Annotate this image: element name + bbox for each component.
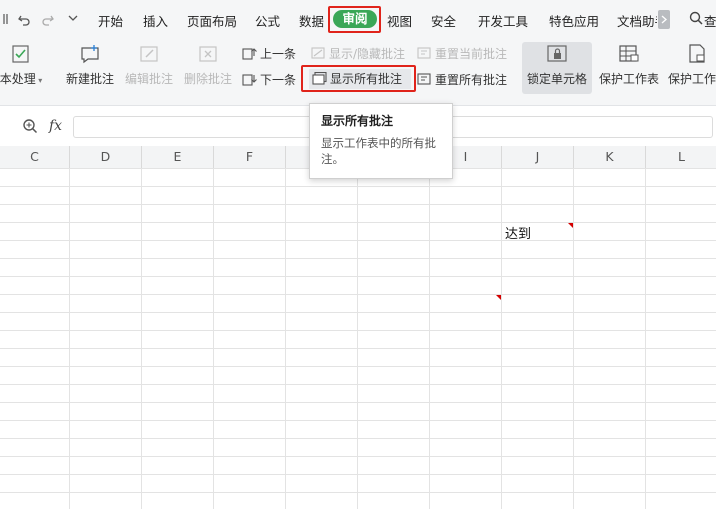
tab-home[interactable]: 开始 xyxy=(98,11,123,30)
protect-workbook-button[interactable]: 保护工作 xyxy=(668,42,716,98)
reset-current-comment-button[interactable]: 重置当前批注 xyxy=(417,45,507,63)
grid-line xyxy=(357,168,358,509)
previous-comment-icon xyxy=(242,47,257,60)
fx-icon[interactable]: fx xyxy=(49,118,62,134)
grid-line xyxy=(501,168,502,509)
column-header-e[interactable]: E xyxy=(142,146,214,168)
tab-view[interactable]: 视图 xyxy=(387,11,412,30)
menu-overflow-icon[interactable] xyxy=(2,12,12,26)
tab-insert[interactable]: 插入 xyxy=(143,11,168,30)
lock-cell-icon xyxy=(546,44,568,64)
show-hide-comment-label: 显示/隐藏批注 xyxy=(329,47,406,61)
new-comment-button[interactable]: 新建批注 xyxy=(64,42,116,98)
tooltip-description: 显示工作表中的所有批注。 xyxy=(321,136,436,166)
comment-indicator-icon[interactable] xyxy=(496,295,501,300)
delete-comment-label: 删除批注 xyxy=(183,72,232,86)
next-comment-icon xyxy=(242,73,257,86)
protect-workbook-icon xyxy=(686,44,708,64)
previous-comment-button[interactable]: 上一条 xyxy=(242,45,296,63)
reset-current-comment-label: 重置当前批注 xyxy=(435,47,508,61)
grid-line xyxy=(429,168,430,509)
batch-process-icon xyxy=(10,44,32,64)
protect-sheet-label: 保护工作表 xyxy=(598,72,659,86)
reset-current-comment-icon xyxy=(417,47,432,60)
tooltip-title: 显示所有批注 xyxy=(321,114,394,128)
delete-comment-icon xyxy=(197,44,219,64)
tabs-scroll-right-icon[interactable] xyxy=(658,10,670,29)
reset-all-comments-label: 重置所有批注 xyxy=(435,73,508,87)
previous-comment-label: 上一条 xyxy=(260,47,297,61)
delete-comment-button[interactable]: 删除批注 xyxy=(182,42,234,98)
new-comment-icon xyxy=(79,44,101,64)
undo-icon[interactable] xyxy=(17,12,31,26)
customize-dropdown-icon[interactable] xyxy=(68,14,78,22)
tab-page-layout[interactable]: 页面布局 xyxy=(187,11,237,30)
ribbon-review: 本处理 ▾ 新建批注 编辑批注 删除批注 上一条 下一条 显示/隐藏批注 重置当… xyxy=(0,38,716,106)
tab-data[interactable]: 数据 xyxy=(299,11,324,30)
grid-line xyxy=(645,168,646,509)
lock-cell-label: 锁定单元格 xyxy=(526,72,587,86)
redo-icon[interactable] xyxy=(41,12,55,26)
column-header-f[interactable]: F xyxy=(214,146,286,168)
comment-indicator-icon[interactable] xyxy=(568,223,573,228)
show-hide-comment-icon xyxy=(311,47,326,60)
batch-process-dropdown-icon: ▾ xyxy=(35,76,43,85)
cell-j-text[interactable]: 达到 xyxy=(505,223,531,242)
lock-cell-button[interactable]: 锁定单元格 xyxy=(522,42,592,94)
tab-formula[interactable]: 公式 xyxy=(255,11,280,30)
show-all-comments-highlight xyxy=(301,65,416,92)
column-header-k[interactable]: K xyxy=(574,146,646,168)
batch-process-button[interactable]: 本处理 ▾ xyxy=(0,42,46,98)
search-label[interactable]: 查 xyxy=(704,11,716,30)
reset-all-comments-button[interactable]: 重置所有批注 xyxy=(417,71,507,89)
edit-comment-label: 编辑批注 xyxy=(124,72,173,86)
tab-doc-assistant[interactable]: 文档助手 xyxy=(617,11,657,30)
edit-comment-icon xyxy=(138,44,160,64)
tab-developer[interactable]: 开发工具 xyxy=(478,11,528,30)
tab-special-apps[interactable]: 特色应用 xyxy=(549,11,599,30)
grid-line xyxy=(285,168,286,509)
new-comment-label: 新建批注 xyxy=(65,72,114,86)
protect-sheet-icon xyxy=(618,44,640,64)
protect-sheet-button[interactable]: 保护工作表 xyxy=(597,42,661,98)
next-comment-label: 下一条 xyxy=(260,73,297,87)
grid-line xyxy=(213,168,214,509)
reset-all-comments-icon xyxy=(417,73,432,86)
show-hide-comment-button[interactable]: 显示/隐藏批注 xyxy=(311,45,405,63)
next-comment-button[interactable]: 下一条 xyxy=(242,71,296,89)
column-header-l[interactable]: L xyxy=(646,146,716,168)
column-header-c[interactable]: C xyxy=(0,146,70,168)
tab-security[interactable]: 安全 xyxy=(431,11,456,30)
show-all-comments-tooltip: 显示所有批注 显示工作表中的所有批注。 xyxy=(309,103,453,179)
grid-line xyxy=(141,168,142,509)
grid-line xyxy=(573,168,574,509)
menu-bar: 开始 插入 页面布局 公式 数据 审阅 视图 安全 开发工具 特色应用 文档助手… xyxy=(0,0,716,38)
batch-process-label: 本处理 xyxy=(0,72,36,86)
tab-review-highlight xyxy=(328,6,381,33)
search-icon[interactable] xyxy=(689,11,703,26)
column-header-j[interactable]: J xyxy=(502,146,574,168)
column-header-d[interactable]: D xyxy=(70,146,142,168)
zoom-icon[interactable] xyxy=(22,118,38,134)
cell-grid[interactable]: 达到 xyxy=(0,168,716,509)
protect-workbook-label: 保护工作 xyxy=(668,72,716,86)
grid-line xyxy=(69,168,70,509)
edit-comment-button[interactable]: 编辑批注 xyxy=(123,42,175,98)
